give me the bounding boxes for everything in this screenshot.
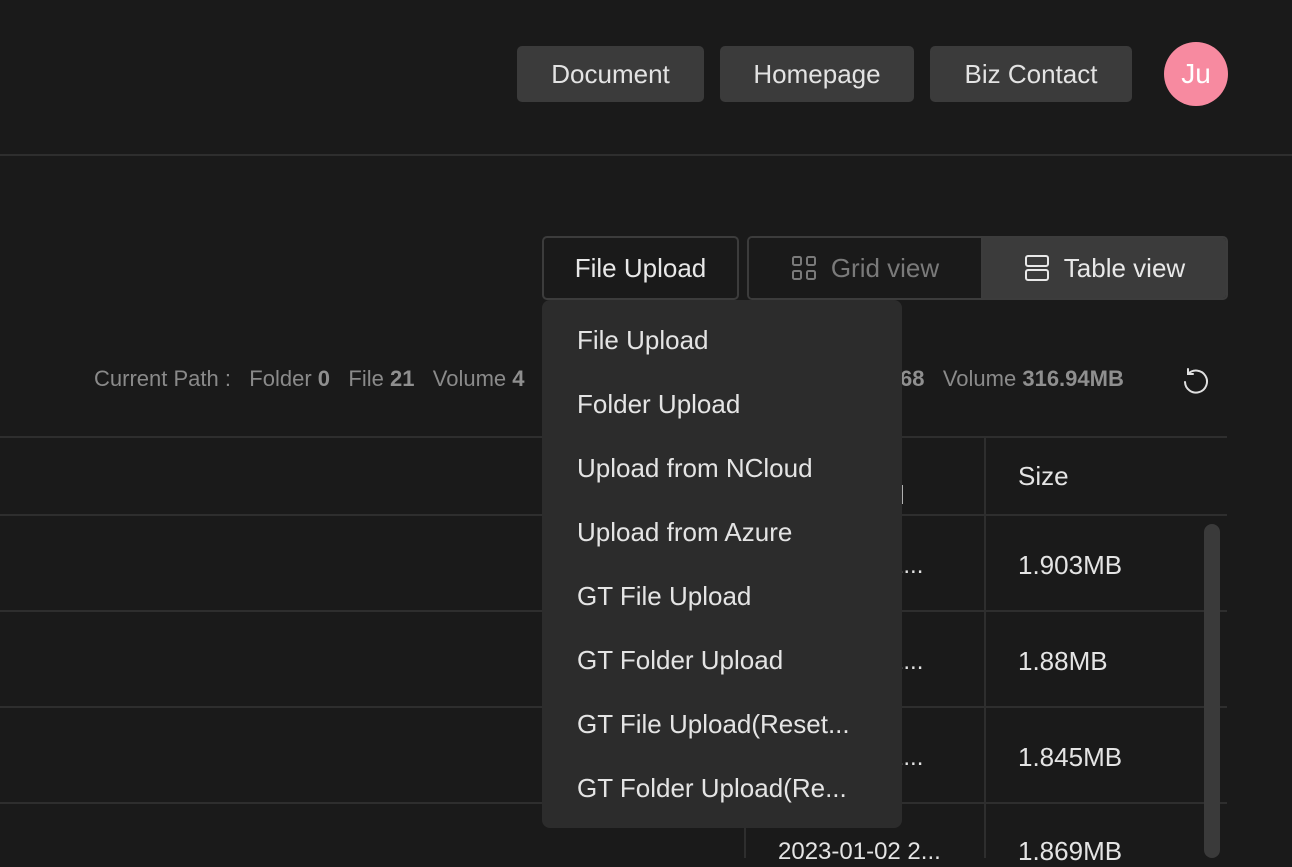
menu-item-gt-file-upload-reset[interactable]: GT File Upload(Reset... (542, 692, 902, 756)
volume-label: Volume (432, 366, 507, 391)
nav-biz-contact-button[interactable]: Biz Contact (930, 46, 1132, 102)
table-view-label: Table view (1063, 252, 1186, 283)
total-file-count: 68 (900, 366, 925, 391)
table-rows-icon (1024, 255, 1049, 281)
view-toggle: Grid view Table view (747, 236, 1228, 300)
cell-size: 1.903MB (1018, 550, 1123, 580)
grid-view-button[interactable]: Grid view (749, 238, 983, 298)
volume-value: 4 (512, 366, 525, 391)
menu-item-gt-folder-upload-reset[interactable]: GT Folder Upload(Re... (542, 756, 902, 820)
current-path-stats: Current Path : Folder 0 File 21 Volume 4 (94, 366, 525, 392)
total-volume-value: 316.94MB (1022, 366, 1124, 391)
cell-date: 2023-01-02 2... (778, 838, 941, 865)
menu-item-upload-from-ncloud[interactable]: Upload from NCloud (542, 436, 902, 500)
menu-item-upload-from-azure[interactable]: Upload from Azure (542, 500, 902, 564)
file-label: File (348, 366, 384, 391)
upload-dropdown-menu: File Upload Folder Upload Upload from NC… (542, 300, 902, 828)
total-volume-label: Volume (942, 366, 1017, 391)
header-divider (0, 154, 1292, 156)
menu-item-file-upload[interactable]: File Upload (542, 308, 902, 372)
column-divider (984, 438, 986, 858)
grid-icon (791, 256, 816, 280)
folder-label: Folder (249, 366, 312, 391)
total-stats: 68 Volume 316.94MB (900, 366, 1124, 392)
current-path-label: Current Path : (94, 366, 231, 391)
refresh-icon[interactable] (1180, 366, 1210, 396)
grid-view-label: Grid view (830, 252, 940, 283)
table-view-button[interactable]: Table view (983, 238, 1226, 298)
file-count: 21 (389, 366, 415, 391)
user-avatar[interactable]: Ju (1164, 42, 1228, 106)
table-scrollbar[interactable] (1204, 524, 1220, 858)
file-upload-dropdown-button[interactable]: File Upload (542, 236, 739, 300)
column-header-size[interactable]: Size (1018, 461, 1069, 492)
nav-document-button[interactable]: Document (517, 46, 704, 102)
cell-size: 1.845MB (1018, 742, 1123, 772)
nav-homepage-button[interactable]: Homepage (720, 46, 914, 102)
menu-item-gt-file-upload[interactable]: GT File Upload (542, 564, 902, 628)
cell-size: 1.869MB (1018, 836, 1123, 866)
folder-count: 0 (317, 366, 331, 391)
menu-item-folder-upload[interactable]: Folder Upload (542, 372, 902, 436)
menu-item-gt-folder-upload[interactable]: GT Folder Upload (542, 628, 902, 692)
cell-size: 1.88MB (1018, 646, 1108, 676)
